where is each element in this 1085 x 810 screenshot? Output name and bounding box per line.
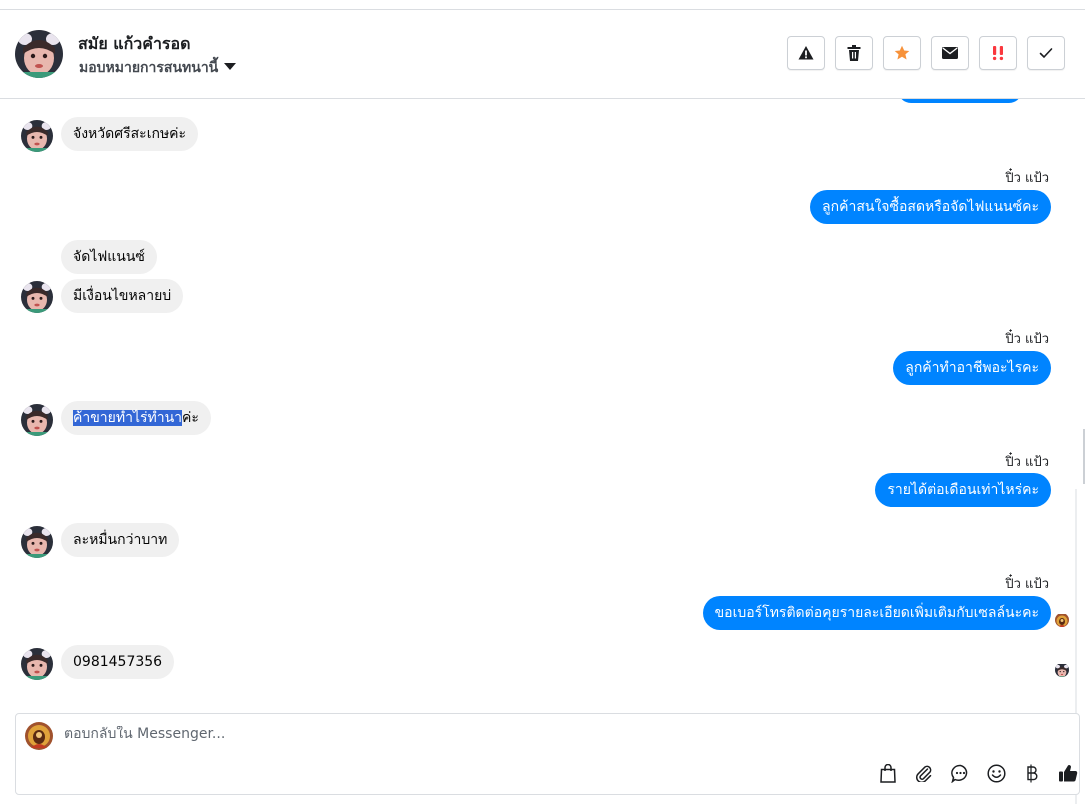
side-panel-edge <box>1075 99 1085 806</box>
page-avatar <box>25 722 53 750</box>
priority-icon <box>992 46 1004 61</box>
message-bubble: ลูกค้าทำอาชีพอะไรคะ <box>893 351 1051 385</box>
trash-icon <box>847 45 861 61</box>
conversation-actions <box>787 36 1065 70</box>
sender-name: ปิ๋ว แป้ว <box>1005 332 1049 347</box>
reply-input[interactable] <box>64 726 964 742</box>
composer-toolbar <box>877 762 1079 784</box>
customer-avatar <box>21 404 53 436</box>
customer-name[interactable]: สมัย แก้วคำรอด <box>78 32 191 57</box>
star-button[interactable] <box>883 36 921 70</box>
sender-name: ปิ๋ว แป้ว <box>1005 171 1049 186</box>
message-bubble: จัดไฟแนนซ์ <box>61 240 157 274</box>
message-bubble: จังหวัดศรีสะเกษค่ะ <box>61 117 199 151</box>
message-bubble: ขอเบอร์โทรติดต่อคุยรายละเอียดเพิ่มเติมกั… <box>702 596 1051 630</box>
conversation-header: สมัย แก้วคำรอด มอบหมายการสนทนานี้ <box>0 10 1085 99</box>
top-divider <box>0 0 1085 10</box>
check-icon <box>1039 48 1053 59</box>
page-seen-avatar <box>1055 613 1069 627</box>
mark-done-button[interactable] <box>1027 36 1065 70</box>
message-bubble-partial <box>898 99 1022 103</box>
emoji-icon <box>986 763 1006 783</box>
message-bubble: ละหมื่นกว่าบาท <box>61 523 180 557</box>
customer-avatar <box>21 120 53 152</box>
customer-avatar <box>21 648 53 680</box>
message-bubble: มีเงื่อนไขหลายบ่ <box>61 279 184 313</box>
attach-button[interactable] <box>913 762 935 784</box>
mark-unread-button[interactable] <box>931 36 969 70</box>
sender-name: ปิ๋ว แป้ว <box>1005 577 1049 592</box>
follow-up-button[interactable] <box>979 36 1017 70</box>
envelope-icon <box>942 47 958 59</box>
baht-icon <box>1027 764 1038 782</box>
message-text: ค่ะ <box>182 410 199 426</box>
delete-button[interactable] <box>835 36 873 70</box>
message-thread[interactable]: จังหวัดศรีสะเกษค่ะ ปิ๋ว แป้ว ลูกค้าสนใจซ… <box>0 99 1085 705</box>
warning-icon <box>798 46 814 60</box>
selected-text: ค้าขายทำไร่ทำนา <box>73 410 183 426</box>
product-button[interactable] <box>877 762 899 784</box>
payment-button[interactable] <box>1021 762 1043 784</box>
customer-avatar[interactable] <box>15 30 63 78</box>
sender-name: ปิ๋ว แป้ว <box>1005 455 1049 470</box>
star-icon <box>894 45 910 60</box>
customer-seen-avatar <box>1055 663 1069 677</box>
message-bubble-selected: ค้าขายทำไร่ทำนาค่ะ <box>61 401 211 435</box>
caret-down-icon <box>224 62 237 70</box>
saved-replies-button[interactable] <box>949 762 971 784</box>
thumbs-up-icon <box>1059 765 1078 782</box>
message-bubble: ลูกค้าสนใจซื้อสดหรือจัดไฟแนนซ์คะ <box>810 190 1051 224</box>
mark-spam-button[interactable] <box>787 36 825 70</box>
paperclip-icon <box>916 765 932 782</box>
customer-avatar <box>21 281 53 313</box>
like-button[interactable] <box>1057 762 1079 784</box>
message-bubble: รายได้ต่อเดือนเท่าไหร่คะ <box>875 473 1051 507</box>
customer-avatar <box>21 526 53 558</box>
reply-composer <box>15 713 1080 795</box>
emoji-button[interactable] <box>985 762 1007 784</box>
assign-conversation-dropdown[interactable]: มอบหมายการสนทนานี้ <box>79 57 237 79</box>
saved-reply-icon <box>950 764 967 783</box>
shopping-bag-icon <box>880 763 896 783</box>
assign-label: มอบหมายการสนทนานี้ <box>79 60 219 76</box>
message-bubble: 0981457356 <box>61 645 175 679</box>
